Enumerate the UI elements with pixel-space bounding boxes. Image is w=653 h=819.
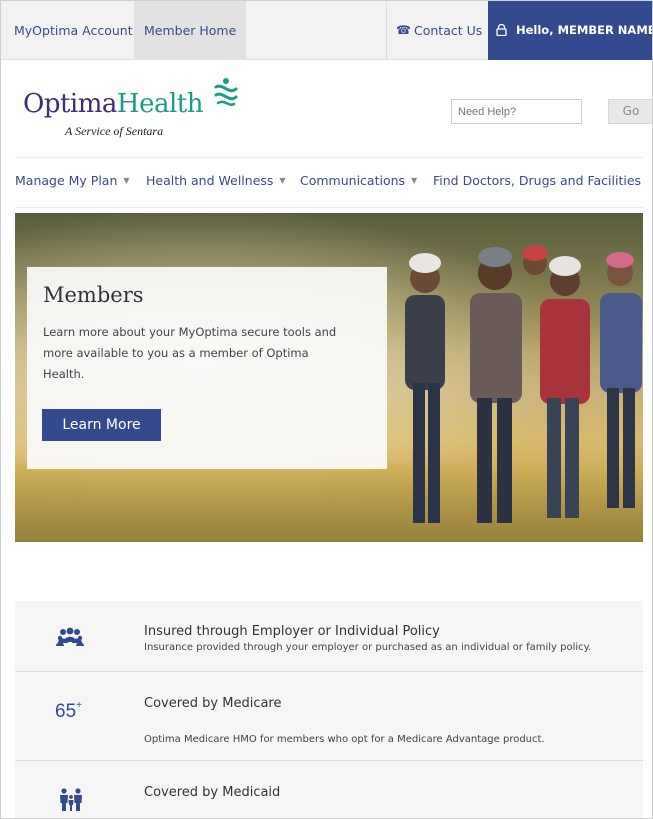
caret-down-icon: ▼ (411, 176, 418, 185)
user-greeting: Hello, MEMBER NAME (516, 23, 653, 37)
hero-title: Members (43, 283, 144, 307)
list-item-title: Insured through Employer or Individual P… (144, 624, 440, 639)
nav-item-communications[interactable]: Communications ▼ (300, 173, 417, 188)
lock-icon (496, 24, 507, 36)
hero-description: Learn more about your MyOptima secure to… (43, 325, 337, 381)
family-icon (60, 788, 82, 811)
nav-item-label: Manage My Plan (15, 173, 118, 188)
learn-more-button[interactable]: Learn More (42, 409, 161, 441)
go-button[interactable]: Go (608, 99, 652, 124)
page-frame: MyOptima Account Member Home ☎ Contact U… (0, 0, 653, 819)
logo-emblem-icon (214, 78, 238, 106)
nav-item-find-doctors[interactable]: Find Doctors, Drugs and Facilities (433, 173, 641, 188)
list-item-title: Covered by Medicaid (144, 785, 281, 800)
nav-item-label: Find Doctors, Drugs and Facilities (433, 173, 642, 188)
list-item-description: Optima Medicare HMO for members who opt … (144, 734, 545, 745)
icon-plus: + (76, 699, 82, 711)
logo-wordmark: OptimaHealth (23, 89, 203, 119)
nav-item-manage-my-plan[interactable]: Manage My Plan ▼ (15, 173, 130, 188)
logo-health: Health (116, 89, 204, 119)
top-bar: MyOptima Account Member Home ☎ Contact U… (1, 1, 653, 60)
phone-icon: ☎ (396, 23, 411, 37)
65-plus-icon: 65+ (55, 699, 82, 723)
contact-us-link[interactable]: ☎ Contact Us (386, 1, 488, 60)
nav-item-health-and-wellness[interactable]: Health and Wellness ▼ (146, 173, 286, 188)
nav-item-label: Health and Wellness (146, 173, 274, 188)
list-item-title: Covered by Medicare (144, 696, 282, 711)
logo-optima: Optima (23, 89, 117, 119)
caret-down-icon: ▼ (279, 176, 286, 185)
list-item-medicare[interactable]: 65+ Covered by Medicare Optima Medicare … (15, 672, 643, 761)
tab-member-home[interactable]: Member Home (134, 1, 247, 60)
user-menu-button[interactable]: Hello, MEMBER NAME (488, 1, 653, 60)
nav-item-label: Communications (300, 173, 406, 188)
optima-health-logo[interactable]: OptimaHealth A Service of Sentara (23, 89, 203, 138)
caret-down-icon: ▼ (123, 176, 130, 185)
contact-us-label: Contact Us (414, 23, 483, 38)
icon-number: 65 (55, 701, 77, 722)
list-item-description: Insurance provided through your employer… (144, 642, 592, 653)
divider (15, 157, 643, 158)
group-icon (56, 627, 84, 646)
help-search-input[interactable] (451, 99, 582, 124)
plan-type-list: Insured through Employer or Individual P… (15, 601, 643, 818)
divider (15, 207, 643, 208)
tab-myoptima-account[interactable]: MyOptima Account (4, 1, 143, 60)
hero-family-photo (405, 245, 642, 523)
list-item-medicaid[interactable]: Covered by Medicaid (15, 761, 643, 818)
list-item-employer-policy[interactable]: Insured through Employer or Individual P… (15, 601, 643, 672)
logo-tagline: A Service of Sentara (65, 124, 164, 138)
